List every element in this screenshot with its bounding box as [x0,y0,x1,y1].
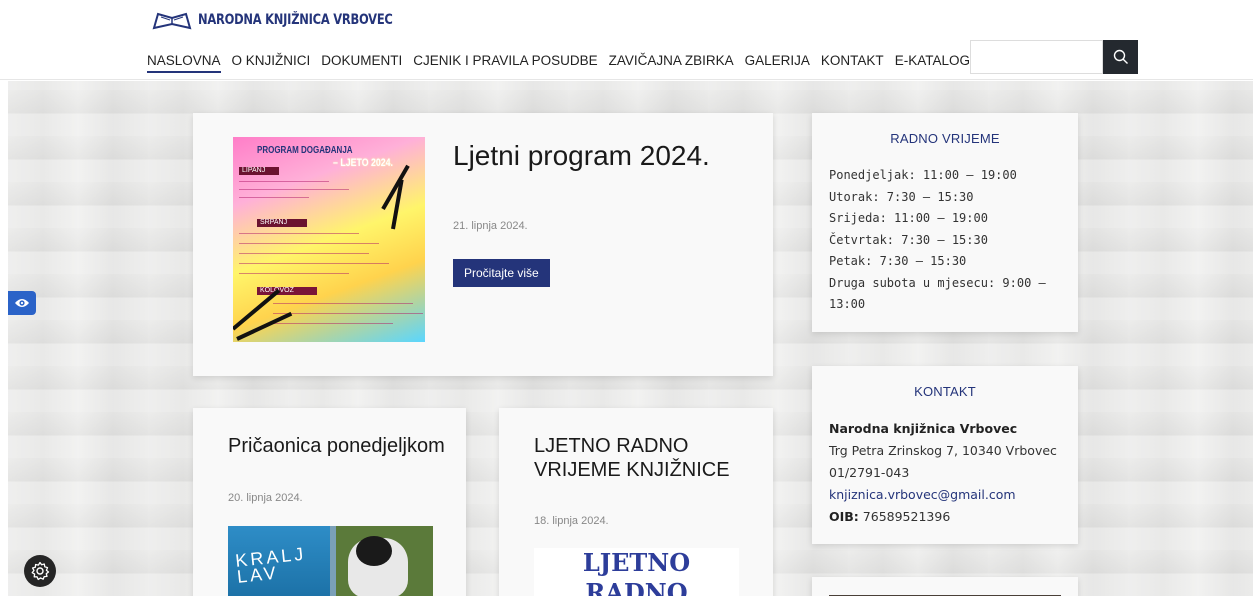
nav-item-galerija[interactable]: GALERIJA [745,50,810,73]
contact-address: Trg Petra Zrinskog 7, 10340 Vrbovec [829,443,1057,458]
poster-line [239,197,309,198]
oib-label: OIB: [829,509,859,524]
gear-icon [31,561,50,581]
poster-line [273,323,393,324]
image-text: LJETNO [582,548,691,577]
post-title[interactable]: Ljetni program 2024. [453,139,733,173]
post-thumbnail-poster[interactable]: PROGRAM DOGAĐANJA – LJETO 2024. LIPANJ S… [233,137,425,342]
site-logo-text: NARODNA KNJIŽNICA VRBOVEC [198,12,393,28]
eye-icon [15,299,29,307]
nav-item-naslovna[interactable]: NASLOVNA [147,50,221,73]
nav-item-cjenik[interactable]: CJENIK I PRAVILA POSUDBE [413,50,597,73]
hours-line: Utorak: 7:30 – 15:30 [829,189,974,204]
post-card-second: Pričaonica ponedjeljkom 20. lipnja 2024.… [193,408,466,596]
poster-line [239,189,349,190]
nav-item-kontakt[interactable]: KONTAKT [821,50,884,73]
widget-heading: RADNO VRIJEME [890,131,1000,146]
poster-subtitle: – LJETO 2024. [333,157,394,169]
poster-month-band: KOLOVOZ [257,287,317,295]
hours-line: 13:00 [829,297,866,311]
hours-list: Ponedjeljak: 11:00 – 19:00 Utorak: 7:30 … [829,165,1046,316]
sidebar-widget-contact: KONTAKT Narodna knjižnica Vrbovec Trg Pe… [812,366,1078,544]
post-date: 20. lipnja 2024. [228,492,303,504]
poster-line [239,181,329,182]
oib-value: 76589521396 [862,509,951,524]
site-logo[interactable]: NARODNA KNJIŽNICA VRBOVEC [152,10,435,30]
poster-month-band: SRPANJ [257,219,307,227]
hours-line: Ponedjeljak: 11:00 – 19:00 [829,168,1017,182]
post-card-main: PROGRAM DOGAĐANJA – LJETO 2024. LIPANJ S… [193,113,773,376]
search-input[interactable] [970,40,1103,74]
poster-line [239,233,359,234]
sidebar-widget-hours: RADNO VRIJEME Ponedjeljak: 11:00 – 19:00… [812,113,1078,332]
hours-line: Srijeda: 11:00 – 19:00 [829,211,988,225]
book-title: KRALJ LAV [234,543,308,587]
search-icon [1113,49,1128,64]
book-cover: KRALJ LAV [228,526,330,596]
poster-line [239,253,369,254]
post-date: 18. lipnja 2024. [534,515,609,527]
post-date: 21. lipnja 2024. [453,220,528,232]
open-book-icon [152,12,192,30]
poster-line [273,303,413,304]
contact-name: Narodna knjižnica Vrbovec [829,421,1018,436]
sidebar-widget-third [812,577,1078,596]
widget-heading: KONTAKT [914,384,976,399]
image-text: RADNO [585,578,688,596]
post-thumbnail-photo[interactable]: KRALJ LAV [228,526,433,596]
poster-line [273,313,423,314]
nav-item-o-knjiznici[interactable]: O KNJIŽNICI [232,50,311,73]
hours-line: Četvrtak: 7:30 – 15:30 [829,232,988,247]
nav-item-e-katalog[interactable]: E-KATALOG [895,50,970,73]
post-thumbnail-image[interactable]: LJETNO RADNO [534,548,739,596]
poster-line [239,273,349,274]
search-button[interactable] [1103,40,1138,74]
hours-line: Petak: 7:30 – 15:30 [829,254,967,268]
poster-month-band: LIPANJ [239,167,279,175]
contact-info: Narodna knjižnica Vrbovec Trg Petra Zrin… [829,418,1057,528]
cookie-settings-button[interactable] [24,555,56,587]
contact-phone[interactable]: 01/2791-043 [829,462,1057,484]
hours-line: Druga subota u mjesecu: 9:00 – [829,275,1046,290]
nav-item-dokumenti[interactable]: DOKUMENTI [321,50,402,73]
site-header: NARODNA KNJIŽNICA VRBOVEC NASLOVNA O KNJ… [0,0,1253,80]
poster-title: PROGRAM DOGAĐANJA [257,145,353,156]
post-title[interactable]: LJETNO RADNO VRIJEME KNJIŽNICE [534,434,754,482]
nav-item-zavicajna-zbirka[interactable]: ZAVIČAJNA ZBIRKA [609,50,734,73]
poster-line [239,263,389,264]
poster-line [239,243,379,244]
accessibility-toggle-button[interactable] [8,291,36,315]
contact-email-link[interactable]: knjiznica.vrbovec@gmail.com [829,484,1057,506]
read-more-button[interactable]: Pročitajte više [453,259,550,287]
post-card-third: LJETNO RADNO VRIJEME KNJIŽNICE 18. lipnj… [499,408,773,596]
post-title[interactable]: Pričaonica ponedjeljkom [228,434,448,458]
cat-head [356,536,392,566]
main-nav: NASLOVNA O KNJIŽNICI DOKUMENTI CJENIK I … [147,50,981,73]
